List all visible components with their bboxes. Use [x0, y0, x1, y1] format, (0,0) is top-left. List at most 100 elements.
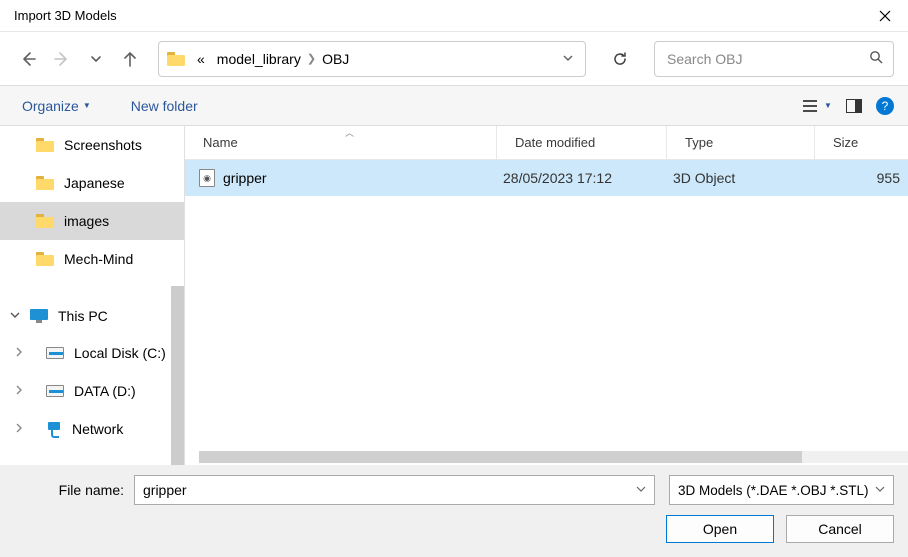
3d-file-icon: ◉: [199, 169, 215, 187]
scrollbar-thumb[interactable]: [199, 451, 802, 463]
pc-icon: [30, 309, 48, 323]
folder-icon: [36, 138, 54, 152]
dialog-window: Import 3D Models « model_library ❯ OBJ: [0, 0, 908, 557]
sidebar-item-label: Network: [72, 421, 123, 437]
address-dropdown[interactable]: [557, 51, 579, 67]
filter-value: 3D Models (*.DAE *.OBJ *.STL): [678, 483, 869, 498]
sidebar-item-japanese[interactable]: Japanese: [0, 164, 184, 202]
sidebar-item-data-d[interactable]: DATA (D:): [0, 372, 184, 410]
filename-value: gripper: [143, 482, 187, 498]
sidebar-item-label: Local Disk (C:): [74, 345, 166, 361]
sidebar-item-label: images: [64, 213, 109, 229]
footer: File name: gripper 3D Models (*.DAE *.OB…: [0, 465, 908, 557]
filename-label: File name:: [14, 482, 134, 498]
close-button[interactable]: [862, 0, 908, 32]
sidebar-item-local-disk-c[interactable]: Local Disk (C:): [0, 334, 184, 372]
chevron-down-icon[interactable]: [636, 484, 646, 497]
breadcrumb-part-0[interactable]: model_library: [211, 51, 307, 67]
back-button[interactable]: [14, 45, 42, 73]
refresh-button[interactable]: [600, 41, 640, 77]
help-button[interactable]: ?: [876, 97, 894, 115]
column-header-size[interactable]: Size: [815, 126, 908, 159]
caret-down-icon: ▼: [824, 101, 832, 110]
breadcrumb-part-1[interactable]: OBJ: [316, 51, 355, 67]
folder-icon: [167, 52, 185, 66]
chevron-down-icon: [562, 52, 574, 64]
open-button[interactable]: Open: [666, 515, 774, 543]
sidebar-item-label: This PC: [58, 308, 108, 324]
caret-down-icon: ▼: [83, 101, 91, 110]
sidebar-scrollbar[interactable]: [171, 286, 184, 465]
search-input[interactable]: [665, 50, 869, 68]
preview-pane-icon: [846, 99, 862, 113]
up-button[interactable]: [116, 45, 144, 73]
sidebar-item-label: Japanese: [64, 175, 125, 191]
collapse-icon[interactable]: [10, 310, 20, 323]
list-view-icon: [802, 99, 818, 113]
arrow-right-icon: [53, 50, 71, 68]
sidebar-item-label: Mech-Mind: [64, 251, 133, 267]
column-header-type[interactable]: Type: [667, 126, 815, 159]
file-name: gripper: [223, 170, 267, 186]
sidebar-item-label: Screenshots: [64, 137, 142, 153]
disk-icon: [46, 347, 64, 359]
expand-icon[interactable]: [14, 347, 24, 360]
view-options-button[interactable]: ▼: [796, 92, 838, 120]
file-size-cell: 955: [815, 170, 908, 186]
file-date-cell: 28/05/2023 17:12: [497, 170, 667, 186]
dialog-title: Import 3D Models: [14, 8, 117, 23]
file-pane: Name ︿ Date modified Type Size ◉ gripper: [185, 126, 908, 465]
search-icon: [869, 50, 883, 67]
chevron-down-icon: [90, 53, 102, 65]
body: Screenshots Japanese images Mech-Mind Th: [0, 126, 908, 465]
folder-icon: [36, 214, 54, 228]
file-type-cell: 3D Object: [667, 170, 815, 186]
sidebar-item-screenshots[interactable]: Screenshots: [0, 126, 184, 164]
sidebar-item-mech-mind[interactable]: Mech-Mind: [0, 240, 184, 278]
expand-icon[interactable]: [14, 385, 24, 398]
folder-icon: [36, 176, 54, 190]
sidebar: Screenshots Japanese images Mech-Mind Th: [0, 126, 185, 465]
column-label: Size: [833, 135, 858, 150]
file-row[interactable]: ◉ gripper 28/05/2023 17:12 3D Object 955: [185, 160, 908, 196]
column-headers: Name ︿ Date modified Type Size: [185, 126, 908, 160]
filename-input[interactable]: gripper: [134, 475, 655, 505]
preview-pane-button[interactable]: [840, 92, 868, 120]
file-type-filter[interactable]: 3D Models (*.DAE *.OBJ *.STL): [669, 475, 894, 505]
refresh-icon: [612, 51, 628, 67]
column-header-name[interactable]: Name ︿: [185, 126, 497, 159]
nav-bar: « model_library ❯ OBJ: [0, 32, 908, 86]
arrow-up-icon: [121, 50, 139, 68]
cancel-label: Cancel: [818, 521, 862, 537]
column-label: Type: [685, 135, 713, 150]
cancel-button[interactable]: Cancel: [786, 515, 894, 543]
title-bar: Import 3D Models: [0, 0, 908, 32]
sidebar-item-this-pc[interactable]: This PC: [0, 298, 184, 334]
arrow-left-icon: [19, 50, 37, 68]
toolbar: Organize ▼ New folder ▼ ?: [0, 86, 908, 126]
expand-icon[interactable]: [14, 423, 24, 436]
chevron-down-icon: [875, 484, 885, 497]
close-icon: [879, 10, 891, 22]
sidebar-item-network[interactable]: Network: [0, 410, 184, 448]
recent-locations-button[interactable]: [82, 45, 110, 73]
forward-button[interactable]: [48, 45, 76, 73]
new-folder-button[interactable]: New folder: [123, 94, 206, 118]
file-name-cell: ◉ gripper: [185, 169, 497, 187]
column-label: Name: [203, 135, 238, 150]
organize-button[interactable]: Organize ▼: [14, 94, 99, 118]
network-icon: [46, 422, 62, 436]
sidebar-item-label: DATA (D:): [74, 383, 136, 399]
sidebar-item-images[interactable]: images: [0, 202, 184, 240]
address-bar[interactable]: « model_library ❯ OBJ: [158, 41, 586, 77]
column-label: Date modified: [515, 135, 595, 150]
disk-icon: [46, 385, 64, 397]
column-header-date[interactable]: Date modified: [497, 126, 667, 159]
organize-label: Organize: [22, 98, 79, 114]
sort-indicator-icon: ︿: [345, 126, 354, 139]
chevron-right-icon: ❯: [307, 52, 316, 65]
new-folder-label: New folder: [131, 98, 198, 114]
horizontal-scrollbar[interactable]: [199, 451, 908, 463]
search-box[interactable]: [654, 41, 894, 77]
breadcrumb-prefix[interactable]: «: [191, 51, 211, 67]
